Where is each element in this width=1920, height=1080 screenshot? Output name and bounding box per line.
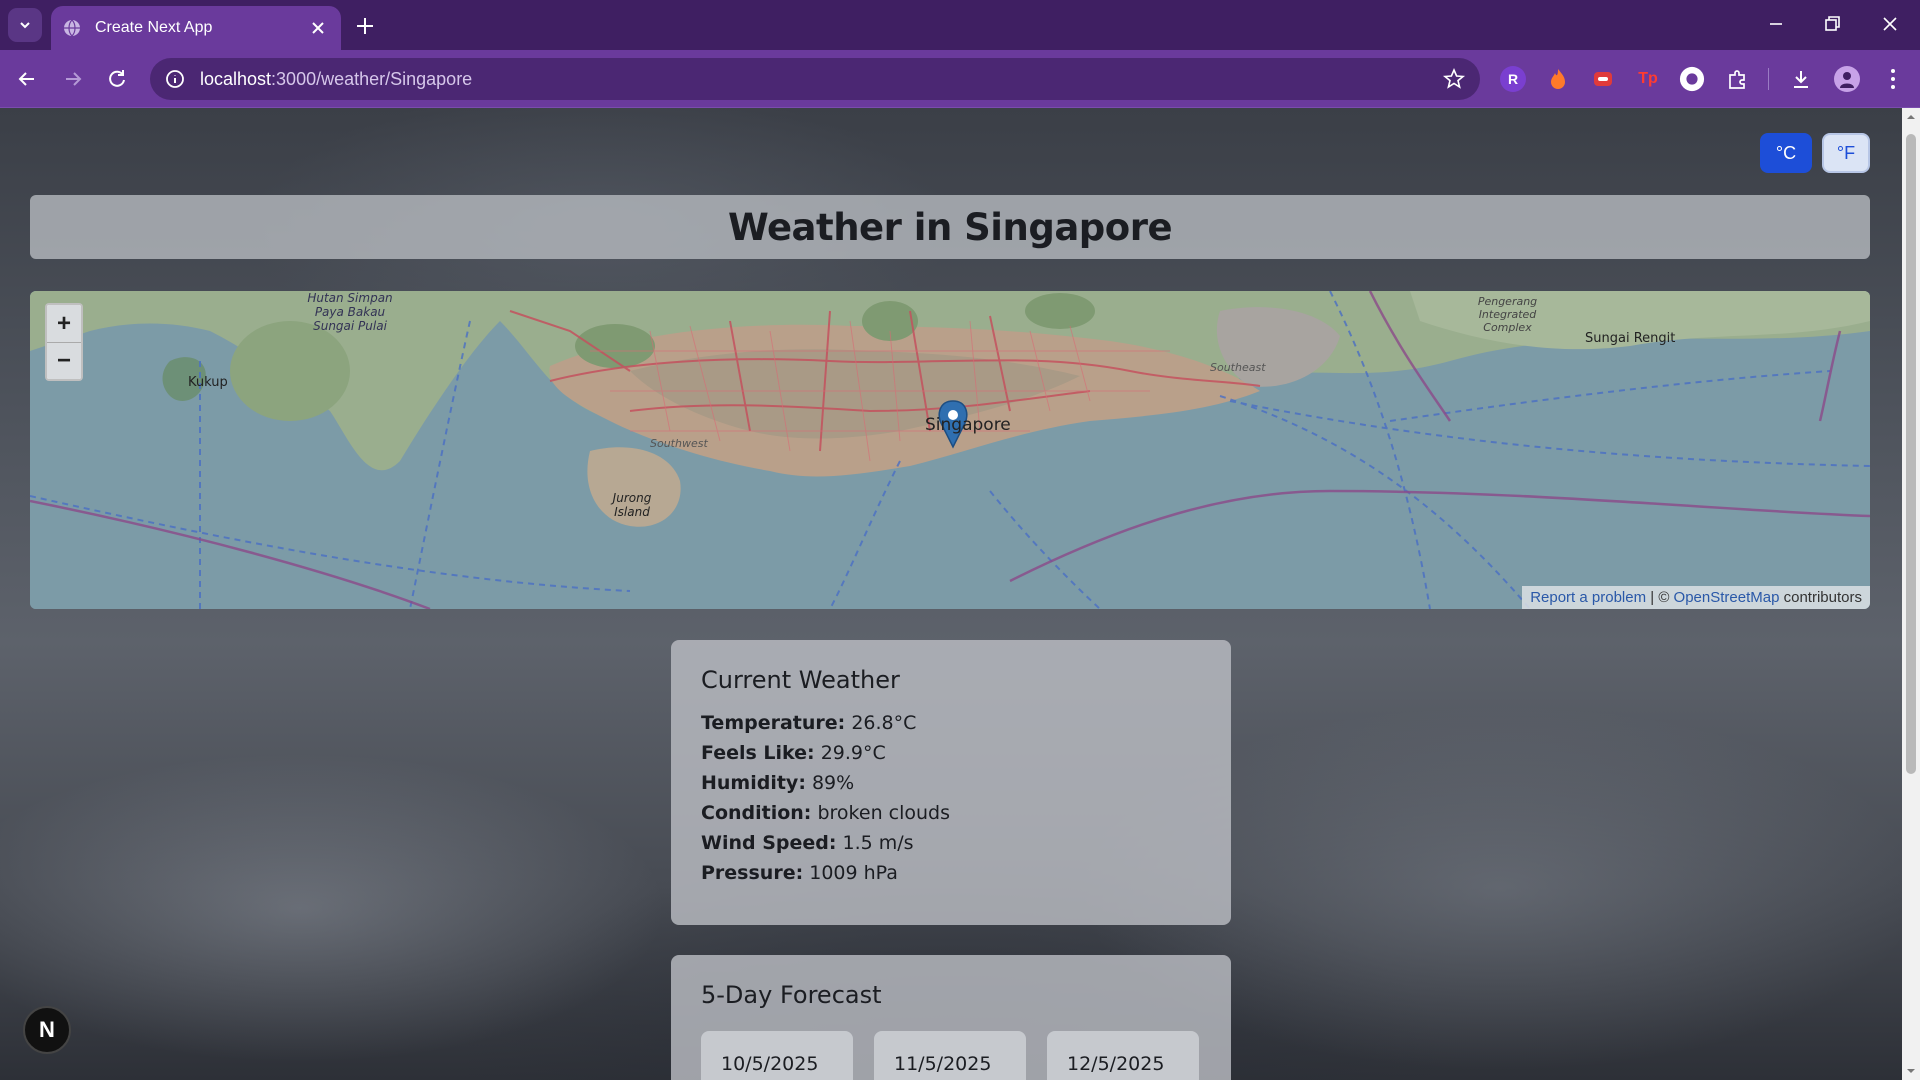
report-problem-link[interactable]: Report a problem	[1530, 589, 1646, 606]
current-weather-heading: Current Weather	[701, 666, 900, 694]
extensions-puzzle-icon[interactable]	[1725, 66, 1751, 92]
map[interactable]: Kukup Jurong Island Singapore Southwest …	[30, 291, 1870, 609]
extension-r-icon[interactable]: R	[1500, 66, 1526, 92]
map-label-hutan: Hutan Simpan Paya Bakau Sungai Pulai	[307, 291, 393, 333]
attribution-suffix: contributors	[1779, 589, 1862, 606]
reload-icon[interactable]	[104, 66, 130, 92]
nextjs-dev-badge[interactable]: N	[23, 1006, 71, 1054]
map-label-singapore: Singapore	[925, 415, 1011, 435]
fahrenheit-button[interactable]: °F	[1822, 133, 1870, 173]
globe-icon	[64, 19, 80, 37]
map-label-jurong: Jurong Island	[612, 491, 652, 519]
forecast-heading: 5-Day Forecast	[701, 981, 882, 1009]
map-label-kukup: Kukup	[188, 375, 228, 390]
zoom-control: + −	[45, 303, 83, 381]
toolbar-divider	[1768, 68, 1769, 90]
browser-tabstrip: Create Next App	[0, 0, 1920, 50]
forecast-day: 11/5/2025	[874, 1031, 1026, 1080]
url-host: localhost	[200, 68, 272, 89]
wind-speed-row: Wind Speed: 1.5 m/s	[701, 832, 914, 854]
forecast-day: 12/5/2025	[1047, 1031, 1199, 1080]
title-card: Weather in Singapore	[30, 195, 1870, 259]
tab-title: Create Next App	[95, 19, 213, 36]
browser-tab-active[interactable]: Create Next App	[51, 6, 341, 50]
restore-icon[interactable]	[1820, 12, 1844, 36]
map-label-pengerang: Pengerang Integrated Complex	[1477, 295, 1538, 334]
map-label-sungai-rengit: Sungai Rengit	[1585, 331, 1676, 346]
bookmark-star-icon[interactable]	[1442, 67, 1466, 91]
extension-tp-icon[interactable]: Tp	[1635, 66, 1661, 92]
download-icon[interactable]	[1788, 66, 1814, 92]
extension-red-icon[interactable]	[1590, 66, 1616, 92]
zoom-in-button[interactable]: +	[47, 305, 81, 342]
forecast-card: 5-Day Forecast 10/5/2025 11/5/2025 12/5/…	[671, 955, 1231, 1080]
temperature-row: Temperature: 26.8°C	[701, 712, 917, 734]
forecast-day: 10/5/2025	[701, 1031, 853, 1080]
scroll-up-icon[interactable]	[1906, 112, 1916, 122]
profile-avatar[interactable]	[1834, 66, 1860, 92]
osm-link[interactable]: OpenStreetMap	[1674, 589, 1780, 606]
new-tab-plus-icon[interactable]	[352, 13, 378, 39]
site-info-icon[interactable]	[164, 68, 186, 90]
close-icon[interactable]	[309, 19, 327, 37]
scroll-thumb[interactable]	[1906, 134, 1916, 774]
kebab-menu-icon[interactable]	[1880, 66, 1906, 92]
celsius-button[interactable]: °C	[1760, 133, 1812, 173]
pressure-row: Pressure: 1009 hPa	[701, 862, 898, 884]
map-label-southwest: Southwest	[650, 437, 708, 450]
zoom-out-button[interactable]: −	[47, 342, 81, 379]
tab-search-chevron-down-icon[interactable]	[8, 8, 42, 42]
attribution-separator: | ©	[1646, 589, 1674, 606]
humidity-row: Humidity: 89%	[701, 772, 855, 794]
address-bar[interactable]: localhost:3000/weather/Singapore	[150, 58, 1480, 100]
map-attribution: Report a problem | © OpenStreetMap contr…	[1522, 586, 1870, 609]
forward-arrow-icon[interactable]	[60, 66, 86, 92]
page-scrollbar[interactable]	[1902, 108, 1920, 1080]
close-window-icon[interactable]	[1878, 12, 1902, 36]
current-weather-card: Current Weather Temperature: 26.8°C Feel…	[671, 640, 1231, 925]
back-arrow-icon[interactable]	[14, 66, 40, 92]
page-viewport: °C °F Weather in Singapore Kukup Jurong …	[0, 108, 1902, 1080]
page-title: Weather in Singapore	[727, 205, 1173, 249]
scroll-down-icon[interactable]	[1906, 1066, 1916, 1076]
url-path: :3000/weather/Singapore	[271, 68, 473, 89]
map-label-southeast: Southeast	[1210, 361, 1266, 374]
extension-flame-icon[interactable]	[1545, 66, 1571, 92]
minimize-icon[interactable]	[1764, 12, 1788, 36]
browser-toolbar: localhost:3000/weather/Singapore R Tp	[0, 50, 1920, 108]
extension-circle-icon[interactable]	[1679, 66, 1705, 92]
feels-like-row: Feels Like: 29.9°C	[701, 742, 886, 764]
condition-row: Condition: broken clouds	[701, 802, 950, 824]
